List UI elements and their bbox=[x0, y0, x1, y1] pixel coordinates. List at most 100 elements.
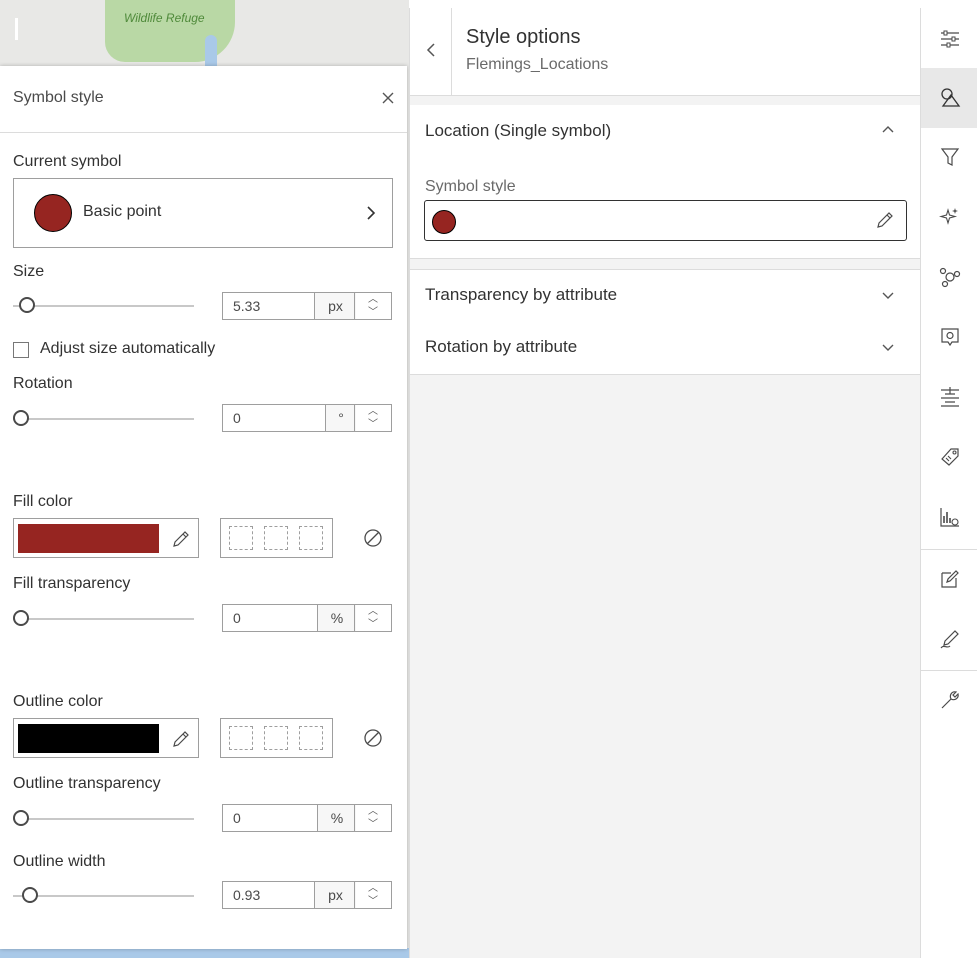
labels-button[interactable] bbox=[921, 368, 977, 428]
rotation-section[interactable]: Rotation by attribute bbox=[410, 322, 921, 375]
pencil-icon bbox=[173, 531, 189, 547]
pencil-icon bbox=[173, 731, 189, 747]
outline-width-slider[interactable] bbox=[13, 886, 194, 906]
style-options-title: Style options bbox=[466, 26, 581, 48]
outline-transparency-slider[interactable] bbox=[13, 809, 194, 829]
effects-icon bbox=[939, 208, 958, 225]
pencil-icon bbox=[877, 212, 893, 228]
map-refuge-label: Wildlife Refuge bbox=[124, 11, 205, 25]
wrench-icon bbox=[941, 691, 959, 709]
slider-track bbox=[13, 818, 194, 820]
chevron-down-icon bbox=[882, 344, 894, 351]
fill-transparency-stepper[interactable]: ︿ ﹀ bbox=[354, 605, 391, 631]
slider-thumb[interactable] bbox=[19, 297, 35, 313]
outline-color-label: Outline color bbox=[13, 693, 103, 710]
transparency-section-title: Transparency by attribute bbox=[425, 285, 618, 304]
slider-thumb[interactable] bbox=[13, 610, 29, 626]
symbol-style-header: Symbol style bbox=[0, 66, 407, 133]
size-slider[interactable] bbox=[13, 296, 194, 316]
clustering-icon bbox=[939, 267, 961, 288]
outline-color-preview bbox=[18, 724, 159, 753]
chevron-down-icon[interactable]: ﹀ bbox=[355, 895, 391, 908]
fields-button[interactable] bbox=[921, 428, 977, 488]
recent-color-slot[interactable] bbox=[229, 726, 253, 750]
outline-transparency-input-group: % ︿ ﹀ bbox=[222, 804, 392, 832]
current-symbol-label: Current symbol bbox=[13, 153, 122, 170]
symbol-style-field[interactable] bbox=[424, 200, 907, 241]
size-stepper[interactable]: ︿ ﹀ bbox=[354, 293, 391, 319]
labels-icon bbox=[941, 387, 959, 407]
close-button[interactable] bbox=[378, 88, 398, 108]
slider-track bbox=[13, 895, 194, 897]
symbol-preview bbox=[34, 194, 72, 232]
location-section-header[interactable]: Location (Single symbol) bbox=[410, 105, 921, 155]
chevron-down-icon[interactable]: ﹀ bbox=[355, 618, 391, 631]
outline-transparency-label: Outline transparency bbox=[13, 775, 161, 792]
chevron-up-icon[interactable]: ︿ bbox=[355, 882, 391, 895]
outline-transparency-stepper[interactable]: ︿ ﹀ bbox=[354, 805, 391, 831]
chevron-up-icon[interactable]: ︿ bbox=[355, 293, 391, 306]
map-road bbox=[15, 18, 18, 40]
fill-color-preview bbox=[18, 524, 159, 553]
slider-track bbox=[13, 305, 194, 307]
location-section: Location (Single symbol) Symbol style bbox=[410, 105, 921, 259]
slider-track bbox=[13, 418, 194, 420]
layer-name: Flemings_Locations bbox=[466, 56, 609, 73]
rotation-stepper[interactable]: ︿ ﹀ bbox=[354, 405, 391, 431]
styles-icon bbox=[941, 88, 961, 107]
properties-button[interactable] bbox=[921, 10, 977, 70]
chevron-up-icon bbox=[882, 126, 894, 133]
rotation-label: Rotation bbox=[13, 375, 73, 392]
symbol-preview bbox=[432, 210, 456, 234]
recent-color-slot[interactable] bbox=[229, 526, 253, 550]
back-button[interactable] bbox=[410, 8, 452, 95]
style-options-header: Style options Flemings_Locations bbox=[410, 8, 921, 96]
rotation-section-title: Rotation by attribute bbox=[425, 337, 578, 356]
configure-button[interactable] bbox=[921, 671, 977, 731]
fill-recent-colors bbox=[220, 518, 333, 558]
slider-thumb[interactable] bbox=[13, 410, 29, 426]
chevron-down-icon[interactable]: ﹀ bbox=[355, 818, 391, 831]
effects-button[interactable] bbox=[921, 188, 977, 248]
rotation-input[interactable] bbox=[223, 405, 333, 431]
chevron-down-icon[interactable]: ﹀ bbox=[355, 306, 391, 319]
pop-ups-button[interactable] bbox=[921, 308, 977, 368]
adjust-size-label: Adjust size automatically bbox=[40, 340, 216, 357]
styles-button[interactable] bbox=[921, 68, 977, 128]
fill-color-label: Fill color bbox=[13, 493, 73, 510]
chevron-up-icon[interactable]: ︿ bbox=[355, 405, 391, 418]
fill-transparency-unit: % bbox=[317, 605, 356, 631]
close-icon bbox=[382, 92, 394, 104]
edit-button[interactable] bbox=[921, 550, 977, 610]
fill-color-picker[interactable] bbox=[13, 518, 199, 558]
outline-color-picker[interactable] bbox=[13, 718, 199, 758]
slider-thumb[interactable] bbox=[22, 887, 38, 903]
filter-button[interactable] bbox=[921, 128, 977, 188]
chevron-up-icon[interactable]: ︿ bbox=[355, 605, 391, 618]
rotation-slider[interactable] bbox=[13, 409, 194, 429]
recent-color-slot[interactable] bbox=[299, 726, 323, 750]
no-color-icon[interactable] bbox=[362, 527, 384, 549]
no-color-icon[interactable] bbox=[362, 727, 384, 749]
rotation-unit: ° bbox=[325, 405, 356, 431]
recent-color-slot[interactable] bbox=[299, 526, 323, 550]
transparency-section[interactable]: Transparency by attribute bbox=[410, 269, 921, 323]
outline-width-stepper[interactable]: ︿ ﹀ bbox=[354, 882, 391, 908]
current-symbol-button[interactable]: Basic point bbox=[13, 178, 393, 248]
sketch-icon bbox=[940, 630, 959, 649]
fill-transparency-slider[interactable] bbox=[13, 609, 194, 629]
sketch-button[interactable] bbox=[921, 610, 977, 670]
charts-icon bbox=[940, 508, 959, 527]
adjust-size-checkbox[interactable] bbox=[13, 342, 29, 358]
slider-thumb[interactable] bbox=[13, 810, 29, 826]
symbol-style-panel: Symbol style Current symbol Basic point … bbox=[0, 66, 407, 949]
clustering-button[interactable] bbox=[921, 248, 977, 308]
outline-width-unit: px bbox=[314, 882, 356, 908]
recent-color-slot[interactable] bbox=[264, 526, 288, 550]
recent-color-slot[interactable] bbox=[264, 726, 288, 750]
size-label: Size bbox=[13, 263, 45, 280]
chevron-down-icon[interactable]: ﹀ bbox=[355, 418, 391, 431]
chevron-up-icon[interactable]: ︿ bbox=[355, 805, 391, 818]
charts-button[interactable] bbox=[921, 488, 977, 548]
size-unit: px bbox=[314, 293, 356, 319]
